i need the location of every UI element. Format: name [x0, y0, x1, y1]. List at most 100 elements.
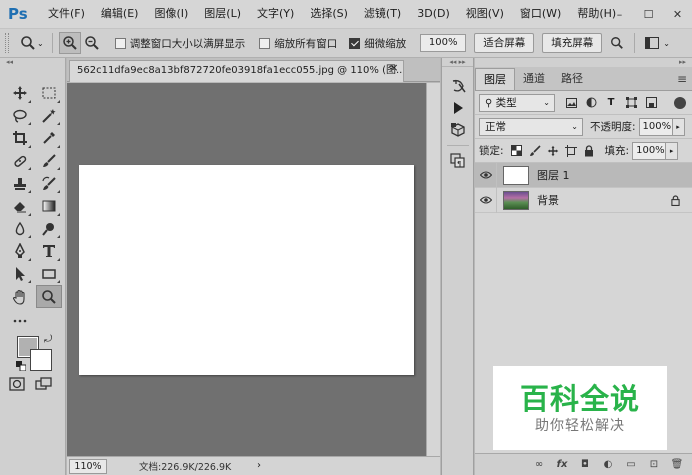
menu-select[interactable]: 选择(S)	[302, 0, 356, 28]
filter-shape-icon[interactable]	[625, 97, 637, 109]
strip-collapse-icon[interactable]: ◂◂ ▸▸	[442, 58, 473, 67]
layer-row[interactable]: 图层 1	[475, 162, 692, 188]
marquee-tool-icon[interactable]	[36, 82, 62, 105]
pen-tool-icon[interactable]	[7, 240, 33, 263]
dodge-tool-icon[interactable]	[36, 218, 62, 241]
lasso-tool-icon[interactable]	[7, 105, 33, 128]
menu-filter[interactable]: 滤镜(T)	[356, 0, 409, 28]
resize-windows-checkbox[interactable]	[114, 37, 126, 49]
background-color-swatch[interactable]	[30, 349, 52, 371]
tab-paths[interactable]: 路径	[553, 68, 591, 90]
scrubby-zoom-checkbox[interactable]	[349, 37, 361, 49]
blend-mode-dropdown[interactable]: 正常 ⌄	[479, 117, 583, 136]
crop-tool-icon[interactable]	[7, 127, 33, 150]
layer-row[interactable]: 背景	[475, 187, 692, 213]
clone-stamp-tool-icon[interactable]	[7, 172, 33, 195]
delete-layer-icon[interactable]: 🗑	[670, 459, 684, 470]
lock-pixels-icon[interactable]	[529, 144, 541, 157]
status-zoom-field[interactable]: 110%	[69, 458, 107, 474]
fill-field[interactable]: 100%	[632, 141, 667, 160]
layer-name[interactable]: 图层 1	[537, 167, 570, 183]
toolbox-collapse-icon[interactable]: ◂◂	[0, 58, 65, 67]
type-tool-icon[interactable]	[36, 240, 62, 263]
menu-edit[interactable]: 编辑(E)	[93, 0, 147, 28]
options-grip[interactable]	[5, 33, 9, 53]
menu-file[interactable]: 文件(F)	[40, 0, 93, 28]
new-layer-icon[interactable]: ⊡	[647, 459, 661, 470]
workspace-icon[interactable]	[641, 32, 663, 54]
zoom-percentage-field[interactable]: 100%	[420, 34, 467, 52]
minimize-button[interactable]: –	[605, 0, 634, 28]
rectangle-tool-icon[interactable]	[36, 263, 62, 286]
swap-colors-icon[interactable]: ⤾	[44, 334, 52, 345]
layer-name[interactable]: 背景	[537, 192, 559, 208]
gradient-tool-icon[interactable]	[36, 195, 62, 218]
3d-panel-icon[interactable]	[442, 119, 473, 141]
lock-artboard-icon[interactable]	[564, 144, 577, 157]
hand-tool-icon[interactable]	[7, 285, 33, 308]
history-brush-tool-icon[interactable]	[36, 172, 62, 195]
tab-channels[interactable]: 通道	[515, 68, 553, 90]
zoom-out-icon[interactable]	[81, 32, 103, 54]
menu-image[interactable]: 图像(I)	[146, 0, 196, 28]
history-panel-icon[interactable]	[442, 75, 473, 97]
search-icon[interactable]	[606, 32, 628, 54]
opacity-dropdown-icon[interactable]: ▸	[672, 117, 685, 136]
layer-filter-dropdown[interactable]: ⚲ 类型 ⌄	[479, 93, 555, 112]
tab-layers[interactable]: 图层	[475, 68, 515, 90]
zoom-all-checkbox[interactable]	[259, 37, 271, 49]
fx-icon[interactable]: fx	[555, 459, 569, 470]
move-tool-icon[interactable]	[7, 82, 33, 105]
filter-pixel-icon[interactable]	[565, 97, 577, 109]
document-canvas[interactable]	[79, 165, 414, 375]
fill-dropdown-icon[interactable]: ▸	[666, 141, 679, 160]
blur-tool-icon[interactable]	[7, 218, 33, 241]
new-group-icon[interactable]: ▭	[624, 459, 638, 470]
link-layers-icon[interactable]: ∞	[532, 459, 546, 470]
menu-type[interactable]: 文字(Y)	[249, 0, 302, 28]
scrubby-zoom-option[interactable]: 细微缩放	[349, 36, 406, 51]
add-mask-icon[interactable]: ◘	[578, 459, 592, 470]
filter-adjustment-icon[interactable]	[585, 97, 597, 109]
vertical-scrollbar[interactable]	[426, 83, 440, 456]
document-tab[interactable]: 562c11dfa9ec8a13bf872720fe03918fa1ecc055…	[69, 60, 404, 82]
preset-dropdown-arrow-icon[interactable]: ⌄	[37, 39, 44, 48]
visibility-eye-icon[interactable]	[475, 162, 497, 188]
paragraph-styles-icon[interactable]: ¶	[442, 150, 473, 172]
status-menu-arrow-icon[interactable]: ›	[257, 460, 261, 471]
resize-windows-option[interactable]: 调整窗口大小以满屏显示	[114, 36, 245, 51]
default-colors-icon[interactable]	[16, 361, 26, 371]
lock-all-icon[interactable]	[583, 144, 595, 157]
adjustment-layer-icon[interactable]: ◐	[601, 459, 615, 470]
actions-play-icon[interactable]	[442, 97, 473, 119]
visibility-eye-icon[interactable]	[475, 187, 497, 213]
eyedropper-tool-icon[interactable]	[36, 127, 62, 150]
zoom-tool-icon[interactable]	[36, 285, 62, 308]
fit-screen-button[interactable]: 适合屏幕	[474, 33, 535, 53]
filter-type-icon[interactable]: T	[605, 97, 617, 109]
canvas-area[interactable]	[67, 83, 426, 456]
filter-toggle-icon[interactable]	[674, 97, 686, 109]
edit-toolbar-icon[interactable]	[7, 312, 33, 331]
panel-menu-icon[interactable]: ≡	[677, 72, 687, 86]
close-window-button[interactable]: ✕	[663, 0, 692, 28]
zoom-all-option[interactable]: 缩放所有窗口	[259, 36, 337, 51]
workspace-dropdown-arrow-icon[interactable]: ⌄	[663, 39, 670, 48]
healing-brush-tool-icon[interactable]	[7, 150, 33, 173]
zoom-in-icon[interactable]	[58, 32, 81, 54]
panel-collapse-icon[interactable]: ▸▸	[475, 58, 692, 67]
magic-wand-tool-icon[interactable]	[36, 105, 62, 128]
path-selection-tool-icon[interactable]	[7, 263, 33, 286]
zoom-tool-preset-icon[interactable]	[17, 32, 39, 54]
menu-layer[interactable]: 图层(L)	[196, 0, 249, 28]
lock-transparency-icon[interactable]	[511, 145, 523, 157]
eraser-tool-icon[interactable]	[7, 195, 33, 218]
screen-mode-icon[interactable]	[35, 377, 53, 394]
filter-smart-object-icon[interactable]	[645, 97, 657, 109]
close-tab-icon[interactable]: ×	[388, 61, 400, 74]
fill-screen-button[interactable]: 填充屏幕	[542, 33, 603, 53]
opacity-field[interactable]: 100%	[638, 117, 673, 136]
quick-mask-icon[interactable]	[9, 377, 25, 394]
lock-position-icon[interactable]	[547, 145, 559, 157]
brush-tool-icon[interactable]	[36, 150, 62, 173]
